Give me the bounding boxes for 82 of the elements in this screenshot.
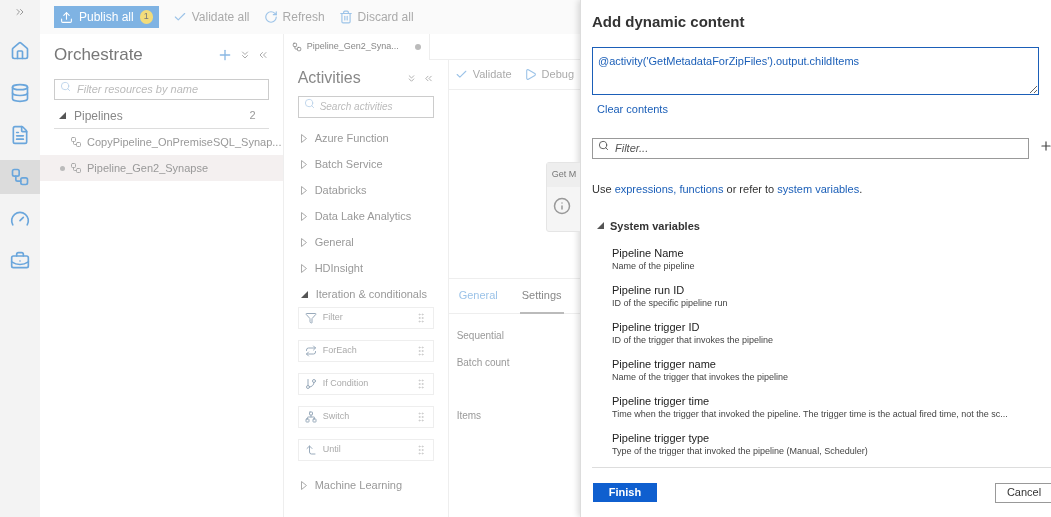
- expanded-caret-icon: [59, 112, 66, 119]
- count-label: 2: [249, 108, 256, 124]
- pipeline-tree-item[interactable]: Pipeline_Gen2_Synapse: [40, 155, 283, 181]
- toolbar-button[interactable]: Validate all: [172, 8, 250, 26]
- activity-category[interactable]: Databricks: [297, 177, 434, 203]
- filter-field[interactable]: Filter...: [592, 137, 1029, 159]
- help-text: Use expressions, functions or refer to system variables.: [592, 182, 864, 197]
- upload-icon: [60, 10, 73, 24]
- dialog-title: Add dynamic content: [592, 12, 746, 32]
- pipeline-icon: [291, 42, 302, 52]
- cancel-button[interactable]: Cancel: [995, 482, 1051, 503]
- activity-category[interactable]: Batch Service: [297, 151, 434, 177]
- activity-category[interactable]: Iteration & conditionals: [297, 281, 434, 307]
- collapsed-caret-icon: [300, 185, 307, 195]
- activity-category[interactable]: Data Lake Analytics: [297, 203, 434, 229]
- system-variable-item[interactable]: Pipeline trigger ID ID of the trigger that invokes the pipeline: [612, 314, 1049, 351]
- field-label: Batch count: [456, 356, 511, 370]
- pipeline-tree-item[interactable]: CopyPipeline_OnPremiseSQL_Synap...: [40, 129, 283, 155]
- toolbar-button[interactable]: Validate: [454, 66, 512, 83]
- activity-item[interactable]: If Condition: [297, 373, 434, 395]
- nav-item[interactable]: [0, 160, 40, 194]
- collapsed-caret-icon: [300, 480, 307, 490]
- pipeline-icon: [10, 167, 30, 187]
- field-label: Sequential: [456, 329, 505, 343]
- tree-group-header[interactable]: Pipelines 2: [54, 103, 269, 129]
- activity-node[interactable]: Get M: [545, 162, 580, 232]
- system-variable-item[interactable]: Pipeline trigger name Name of the trigger that invokes the pipeline: [612, 351, 1049, 388]
- activity-item[interactable]: ForEach: [297, 340, 434, 362]
- system-variable-item[interactable]: Pipeline run ID ID of the specific pipeline run: [612, 277, 1049, 314]
- toolbar-button[interactable]: Refresh: [263, 8, 325, 26]
- collapsed-caret-icon: [300, 159, 307, 169]
- pipeline-icon: [70, 162, 82, 174]
- search-icon: [303, 98, 315, 109]
- info-icon: [552, 197, 571, 215]
- activity-category[interactable]: Azure Function: [297, 125, 434, 151]
- filter-field[interactable]: Filter resources by name: [54, 78, 269, 100]
- system-variable-item[interactable]: Pipeline trigger time Time when the trigger that invoked the pipeline. The trigger time is the actual fired time, not the sc...: [612, 388, 1049, 425]
- section-header[interactable]: System variables: [597, 217, 1051, 234]
- discard-icon: [338, 10, 353, 24]
- document-icon: [10, 125, 30, 145]
- panel-title: Orchestrate: [54, 44, 144, 67]
- activity-item[interactable]: Filter: [297, 307, 434, 329]
- toolbar-button[interactable]: Debug: [523, 66, 574, 83]
- expand-icon[interactable]: [14, 6, 26, 18]
- properties-tab[interactable]: Settings: [519, 278, 564, 314]
- toolbox-icon: [10, 251, 30, 271]
- panel-title: Activities: [297, 68, 362, 88]
- publish-all-button[interactable]: Publish all 1: [54, 6, 159, 28]
- database-icon: [10, 83, 30, 103]
- search-icon: [60, 81, 71, 92]
- home-icon: [10, 41, 30, 61]
- search-field[interactable]: Search activities: [297, 95, 434, 118]
- system-variable-item[interactable]: Pipeline trigger type Type of the trigger that invoked the pipeline (Manual, Scheduler): [612, 425, 1049, 462]
- system-variable-item[interactable]: Pipeline Name Name of the pipeline: [612, 240, 1049, 277]
- search-icon: [598, 140, 609, 151]
- validate-icon: [172, 10, 187, 24]
- count-badge: 1: [139, 10, 153, 24]
- field-label: Items: [456, 409, 483, 423]
- finish-button[interactable]: Finish: [593, 483, 657, 502]
- help-link[interactable]: expressions, functions: [614, 183, 724, 195]
- activity-category[interactable]: HDInsight: [297, 255, 434, 281]
- expanded-caret-icon: [300, 290, 308, 298]
- activity-item[interactable]: Until: [297, 439, 434, 461]
- expression-field[interactable]: @activity('GetMetadataForZipFiles').output.childItems: [592, 46, 1039, 95]
- activity-category[interactable]: Machine Learning: [297, 472, 434, 498]
- validate-icon: [454, 68, 468, 81]
- collapsed-caret-icon: [300, 263, 307, 273]
- refresh-icon: [263, 10, 278, 24]
- filter-icon: [304, 312, 317, 324]
- expanded-caret-icon: [597, 222, 604, 230]
- clear-contents-link[interactable]: Clear contents: [597, 100, 668, 117]
- collapsed-caret-icon: [300, 237, 307, 247]
- activity-category[interactable]: General: [297, 229, 434, 255]
- add-icon[interactable]: [1039, 138, 1051, 153]
- properties-tab[interactable]: General: [456, 278, 500, 314]
- monitor-icon: [10, 209, 30, 229]
- collapsed-caret-icon: [300, 133, 307, 143]
- collapsed-caret-icon: [300, 211, 307, 221]
- pipeline-icon: [70, 136, 82, 148]
- activity-item[interactable]: Switch: [297, 406, 434, 428]
- editor-tab[interactable]: Pipeline_Gen2_Syna...: [283, 34, 430, 60]
- toolbar-button[interactable]: Discard all: [338, 8, 414, 26]
